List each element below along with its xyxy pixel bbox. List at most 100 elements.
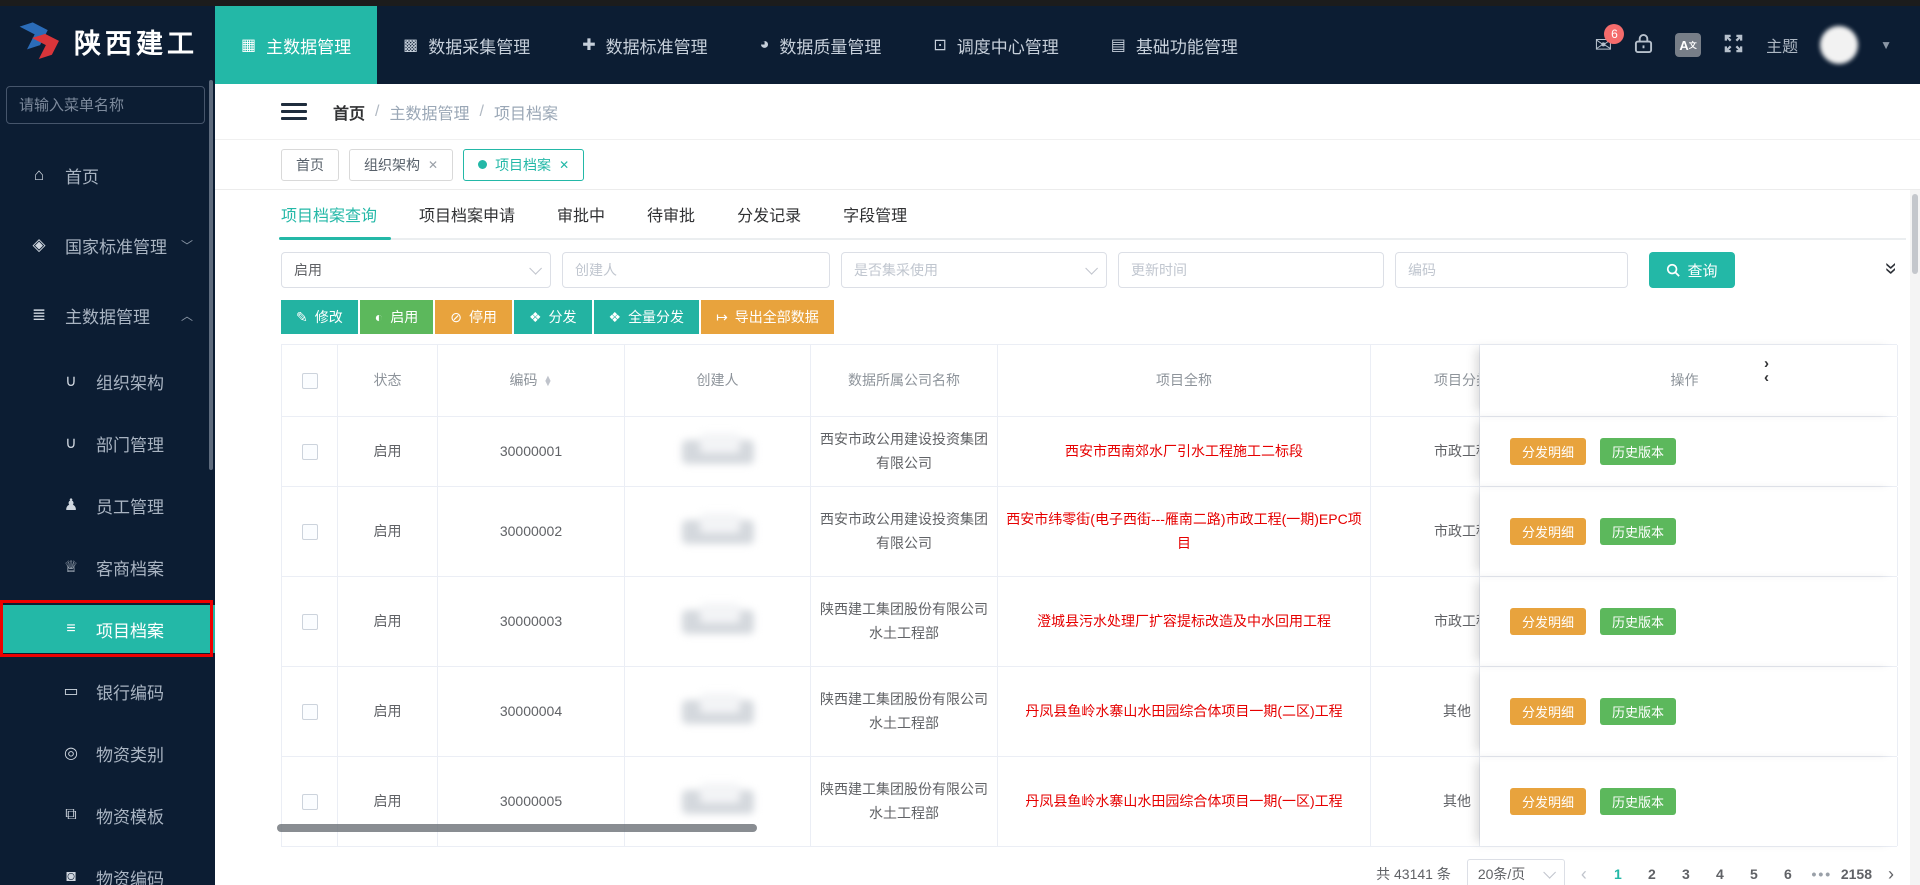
lock-icon[interactable] xyxy=(1634,33,1653,58)
修改-button[interactable]: ✎ 修改 xyxy=(281,300,358,334)
collapse-filters-icon[interactable]: « xyxy=(1876,265,1902,274)
history-version-button[interactable]: 历史版本 xyxy=(1600,438,1677,465)
sidebar-item-项目档案[interactable]: ≡ 项目档案 xyxy=(0,600,215,657)
distribute-detail-button[interactable]: 分发明细 xyxy=(1510,608,1587,635)
page-size-select[interactable]: 20条/页 xyxy=(1466,859,1565,885)
table-row[interactable]: 启用 30000004 陕西建工集团股份有限公司水土工程部 丹凤县鱼岭水寨山水田园综合… xyxy=(282,667,1898,757)
project-name-link[interactable]: 丹凤县鱼岭水寨山水田园综合体项目一期(二区)工程 xyxy=(1025,700,1342,724)
translate-icon[interactable]: A文 xyxy=(1675,33,1702,57)
breadcrumb-item-主数据管理[interactable]: 主数据管理 xyxy=(389,100,469,124)
page-4[interactable]: 4 xyxy=(1705,860,1735,885)
status-select[interactable]: 启用 xyxy=(281,252,551,288)
page-3[interactable]: 3 xyxy=(1671,860,1701,885)
sidebar-item-员工管理[interactable]: ♟ 员工管理 xyxy=(0,474,215,536)
tab-chip-项目档案[interactable]: 项目档案 ✕ xyxy=(463,148,585,181)
prev-page-icon[interactable]: ‹ xyxy=(1581,864,1587,885)
sidebar-item-label: 物资类别 xyxy=(96,745,164,765)
vertical-scrollbar[interactable] xyxy=(1910,190,1920,885)
sort-icons[interactable]: ▲ ▼ xyxy=(544,373,553,387)
top-nav-调度中心管理[interactable]: ⊡ 调度中心管理 xyxy=(907,6,1084,84)
page-2[interactable]: 2 xyxy=(1637,860,1667,885)
tab-分发记录[interactable]: 分发记录 xyxy=(737,202,801,238)
table-row[interactable]: 启用 30000005 陕西建工集团股份有限公司水土工程部 丹凤县鱼岭水寨山水田园综合… xyxy=(282,757,1898,847)
history-version-button[interactable]: 历史版本 xyxy=(1600,608,1677,635)
code-input[interactable] xyxy=(1408,262,1615,278)
project-name-link[interactable]: 澄城县污水处理厂扩容提标改造及中水回用工程 xyxy=(1037,610,1331,634)
row-checkbox[interactable] xyxy=(301,703,318,720)
sidebar-item-银行编码[interactable]: ▭ 银行编码 xyxy=(0,660,215,722)
distribute-detail-button[interactable]: 分发明细 xyxy=(1510,518,1587,545)
分发-button[interactable]: ❖ 分发 xyxy=(513,300,592,334)
update-time-input[interactable] xyxy=(1131,262,1371,278)
project-name-link[interactable]: 西安市纬零街(电子西街---雁南二路)市政工程(一期)EPC项目 xyxy=(1006,508,1362,556)
导出全部数据-button[interactable]: ↦ 导出全部数据 xyxy=(701,300,834,334)
sidebar-item-物资编码[interactable]: ◙ 物资编码 xyxy=(0,846,215,885)
distribute-detail-button[interactable]: 分发明细 xyxy=(1510,698,1587,725)
project-name-link[interactable]: 丹凤县鱼岭水寨山水田园综合体项目一期(一区)工程 xyxy=(1025,790,1342,814)
breadcrumb-item-项目档案[interactable]: 项目档案 xyxy=(494,100,558,124)
tab-项目档案查询[interactable]: 项目档案查询 xyxy=(278,202,392,240)
sidebar-item-物资模板[interactable]: ⧉ 物资模板 xyxy=(0,784,215,846)
close-icon[interactable]: ✕ xyxy=(559,158,569,172)
top-nav-主数据管理[interactable]: ▦ 主数据管理 xyxy=(215,6,378,84)
avatar[interactable] xyxy=(1820,26,1859,64)
sidebar-item-国家标准管理[interactable]: ◈ 国家标准管理 ﹀ xyxy=(0,210,215,280)
page-5[interactable]: 5 xyxy=(1739,860,1769,885)
sidebar-item-物资类别[interactable]: ◎ 物资类别 xyxy=(0,722,215,784)
horizontal-scrollbar[interactable] xyxy=(277,824,757,832)
page-6[interactable]: 6 xyxy=(1773,860,1803,885)
next-page-icon[interactable]: › xyxy=(1888,864,1894,885)
history-version-button[interactable]: 历史版本 xyxy=(1600,788,1677,815)
breadcrumb-item-首页[interactable]: 首页 xyxy=(333,100,365,124)
chevron-down-icon: ﹀ xyxy=(180,238,193,253)
tab-待审批[interactable]: 待审批 xyxy=(647,202,695,238)
sidebar-item-首页[interactable]: ⌂ 首页 xyxy=(0,140,215,210)
row-checkbox[interactable] xyxy=(301,613,318,630)
close-icon[interactable]: ✕ xyxy=(428,158,438,172)
table-row[interactable]: 启用 30000002 西安市政公用建设投资集团有限公司 西安市纬零街(电子西街---… xyxy=(282,487,1898,577)
sidebar-item-部门管理[interactable]: ∪ 部门管理 xyxy=(0,412,215,474)
row-checkbox[interactable] xyxy=(301,793,318,810)
top-nav-数据采集管理[interactable]: ▩ 数据采集管理 xyxy=(377,6,556,84)
top-nav-数据质量管理[interactable]: ◕ 数据质量管理 xyxy=(734,6,908,84)
creator-input[interactable] xyxy=(575,262,817,278)
tab-chip-组织架构[interactable]: 组织架构 ✕ xyxy=(349,148,454,181)
select-all-checkbox[interactable] xyxy=(301,372,318,389)
row-checkbox-cell xyxy=(282,757,338,846)
chevron-down-icon[interactable]: ▼ xyxy=(1880,38,1892,52)
fixed-column-arrows-icon[interactable]: › ‹ xyxy=(1764,356,1769,384)
mail-icon[interactable]: ✉ 6 xyxy=(1594,23,1625,56)
hamburger-icon[interactable] xyxy=(281,99,307,124)
more-pages-icon[interactable]: ••• xyxy=(1807,860,1837,885)
row-checkbox[interactable] xyxy=(301,443,318,460)
tab-项目档案申请[interactable]: 项目档案申请 xyxy=(419,202,515,238)
sidebar-item-主数据管理[interactable]: ≣ 主数据管理 ︿ xyxy=(0,280,215,350)
停用-button[interactable]: ⊘ 停用 xyxy=(435,300,512,334)
top-nav-数据标准管理[interactable]: ✚ 数据标准管理 xyxy=(556,6,733,84)
fullscreen-icon[interactable] xyxy=(1723,33,1744,58)
history-version-button[interactable]: 历史版本 xyxy=(1600,518,1677,545)
column-header-操作: 操作 xyxy=(1480,345,1898,416)
menu-search-input[interactable] xyxy=(6,86,205,124)
distribute-detail-button[interactable]: 分发明细 xyxy=(1510,788,1587,815)
page-2158[interactable]: 2158 xyxy=(1841,860,1872,885)
row-checkbox[interactable] xyxy=(301,523,318,540)
row-checkbox-cell xyxy=(282,487,338,576)
tab-字段管理[interactable]: 字段管理 xyxy=(843,202,907,238)
query-button[interactable]: 查询 xyxy=(1649,252,1735,288)
page-1[interactable]: 1 xyxy=(1603,860,1633,885)
全量分发-button[interactable]: ❖ 全量分发 xyxy=(593,300,700,334)
top-nav-基础功能管理[interactable]: ▤ 基础功能管理 xyxy=(1085,6,1264,84)
history-version-button[interactable]: 历史版本 xyxy=(1600,698,1677,725)
启用-button[interactable]: ◐ 启用 xyxy=(359,300,434,334)
sidebar-item-组织架构[interactable]: ∪ 组织架构 xyxy=(0,350,215,412)
distribute-detail-button[interactable]: 分发明细 xyxy=(1510,438,1587,465)
sidebar-scrollbar[interactable] xyxy=(209,80,213,470)
sidebar-item-客商档案[interactable]: ♕ 客商档案 xyxy=(0,536,215,598)
tab-审批中[interactable]: 审批中 xyxy=(557,202,605,238)
table-row[interactable]: 启用 30000003 陕西建工集团股份有限公司水土工程部 澄城县污水处理厂扩容提标改… xyxy=(282,577,1898,667)
tab-chip-首页[interactable]: 首页 xyxy=(281,148,339,181)
project-name-link[interactable]: 西安市西南郊水厂引水工程施工二标段 xyxy=(1065,440,1303,464)
central-purchase-select[interactable]: 是否集采使用 xyxy=(841,252,1107,288)
table-row[interactable]: 启用 30000001 西安市政公用建设投资集团有限公司 西安市西南郊水厂引水工程施工… xyxy=(282,417,1898,487)
